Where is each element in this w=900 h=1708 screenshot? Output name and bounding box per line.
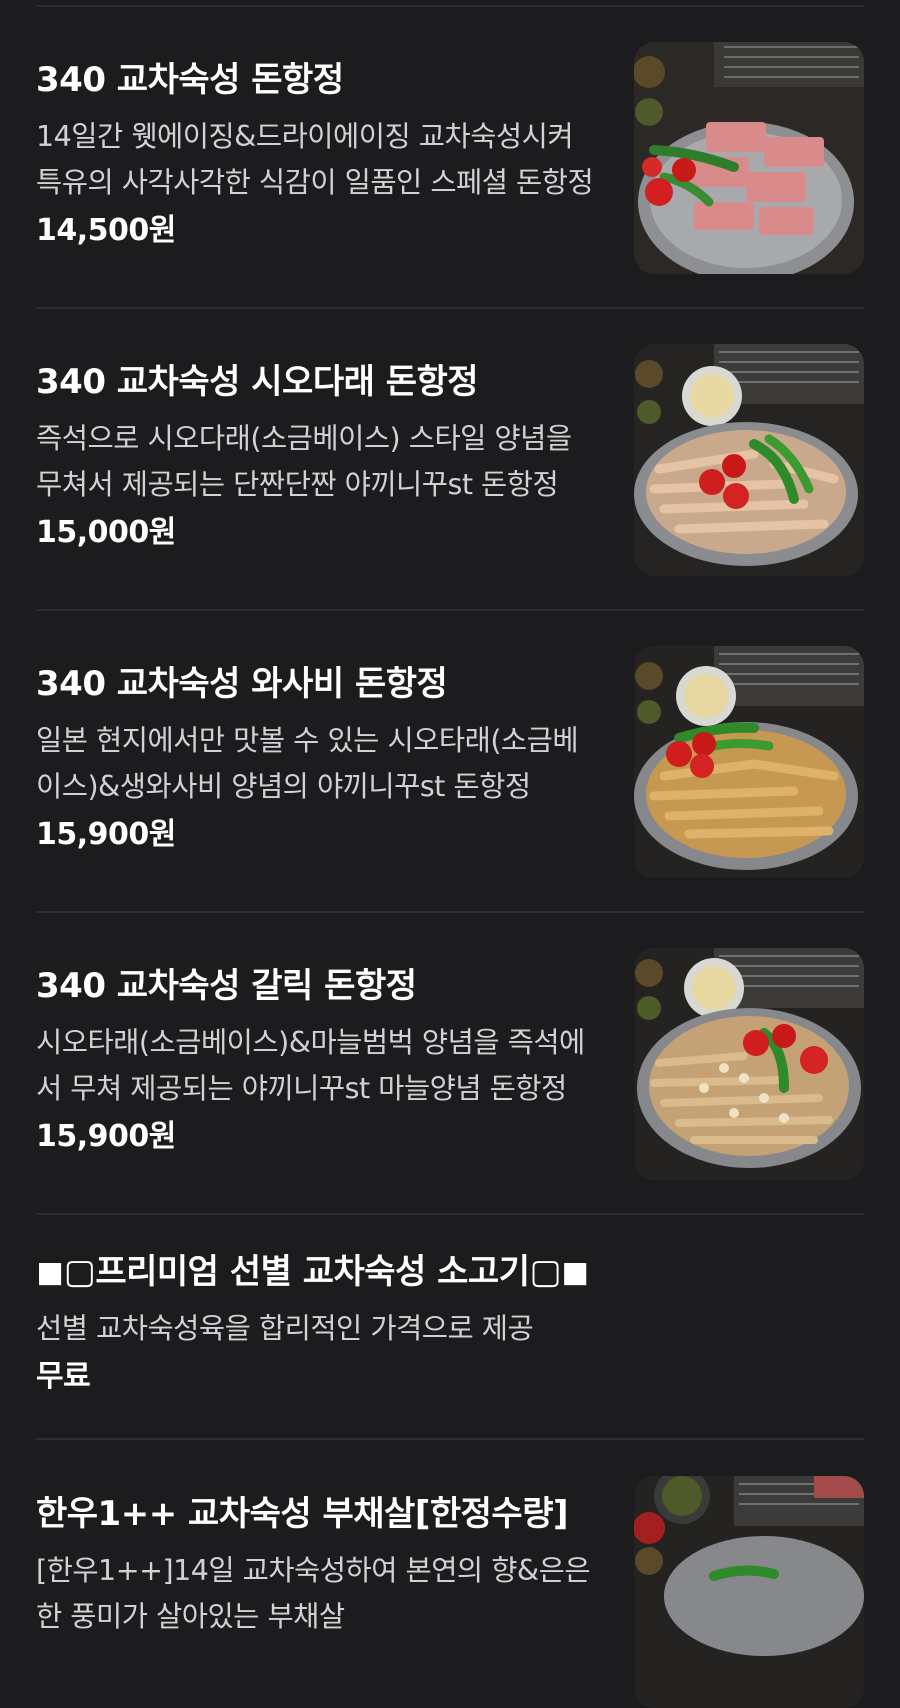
menu-item-text: ◼▢프리미엄 선별 교차숙성 소고기▢◼ 선별 교차숙성육을 합리적인 가격으로… (36, 1250, 864, 1398)
menu-item-price: 14,500원 (36, 213, 176, 248)
shio-meat-photo-icon[interactable] (634, 344, 864, 576)
menu-item-text: 한우1++ 교차숙성 부채살[한정수량] [한우1++]14일 교차숙성하여 본… (36, 1492, 596, 1640)
menu-item-description: 14일간 웻에이징&드라이에이징 교차숙성시켜 특유의 사각사각한 식감이 일품… (36, 120, 594, 199)
menu-item-price: 15,900원 (36, 1119, 176, 1154)
menu-item-name: 한우1++ 교차숙성 부채살[한정수량] (36, 1494, 569, 1534)
menu-item-text: 340 교차숙성 갈릭 돈항정 시오타래(소금베이스)&마늘범벅 양념을 즉석에… (36, 964, 596, 1158)
menu-item-name: 340 교차숙성 와사비 돈항정 (36, 664, 448, 704)
menu-item-garlic-pork-neck[interactable]: 340 교차숙성 갈릭 돈항정 시오타래(소금베이스)&마늘범벅 양념을 즉석에… (36, 948, 864, 1180)
divider (36, 609, 864, 611)
menu-item-price: 15,900원 (36, 817, 176, 852)
menu-item-name: 340 교차숙성 갈릭 돈항정 (36, 966, 417, 1006)
menu-item-text: 340 교차숙성 와사비 돈항정 일본 현지에서만 맛볼 수 있는 시오타래(소… (36, 662, 596, 856)
divider (36, 1213, 864, 1215)
menu-item-price: 15,000원 (36, 515, 176, 550)
menu-item-shio-pork-neck[interactable]: 340 교차숙성 시오다래 돈항정 즉석으로 시오다래(소금베이스) 스타일 양… (36, 344, 864, 576)
menu-item-name: ◼▢프리미엄 선별 교차숙성 소고기▢◼ (36, 1252, 589, 1292)
menu-item-premium-beef[interactable]: ◼▢프리미엄 선별 교차숙성 소고기▢◼ 선별 교차숙성육을 합리적인 가격으로… (36, 1250, 864, 1410)
menu-item-name: 340 교차숙성 돈항정 (36, 60, 344, 100)
menu-item-hanwoo-top-blade[interactable]: 한우1++ 교차숙성 부채살[한정수량] [한우1++]14일 교차숙성하여 본… (36, 1476, 864, 1708)
menu-item-description: 시오타래(소금베이스)&마늘범벅 양념을 즉석에서 무쳐 제공되는 야끼니꾸st… (36, 1026, 585, 1105)
meat-photo-icon[interactable] (634, 42, 864, 274)
menu-item-price: 무료 (36, 1359, 91, 1394)
beef-photo-icon[interactable] (634, 1476, 864, 1708)
menu-item-wasabi-pork-neck[interactable]: 340 교차숙성 와사비 돈항정 일본 현지에서만 맛볼 수 있는 시오타래(소… (36, 646, 864, 878)
wasabi-meat-photo-icon[interactable] (634, 646, 864, 878)
divider (36, 307, 864, 309)
divider (36, 911, 864, 913)
menu-item-name: 340 교차숙성 시오다래 돈항정 (36, 362, 479, 402)
divider (36, 5, 864, 7)
garlic-meat-photo-icon[interactable] (634, 948, 864, 1180)
menu-item-text: 340 교차숙성 시오다래 돈항정 즉석으로 시오다래(소금베이스) 스타일 양… (36, 360, 596, 554)
divider (36, 1438, 864, 1440)
menu-item-description: [한우1++]14일 교차숙성하여 본연의 향&은은한 풍미가 살아있는 부채살 (36, 1554, 591, 1633)
menu-item-description: 일본 현지에서만 맛볼 수 있는 시오타래(소금베이스)&생와사비 양념의 야끼… (36, 724, 579, 803)
menu-item-pork-neck[interactable]: 340 교차숙성 돈항정 14일간 웻에이징&드라이에이징 교차숙성시켜 특유의… (36, 42, 864, 274)
menu-item-description: 선별 교차숙성육을 합리적인 가격으로 제공 (36, 1312, 534, 1345)
menu-item-text: 340 교차숙성 돈항정 14일간 웻에이징&드라이에이징 교차숙성시켜 특유의… (36, 58, 596, 252)
menu-item-description: 즉석으로 시오다래(소금베이스) 스타일 양념을 무쳐서 제공되는 단짠단짠 야… (36, 422, 572, 501)
